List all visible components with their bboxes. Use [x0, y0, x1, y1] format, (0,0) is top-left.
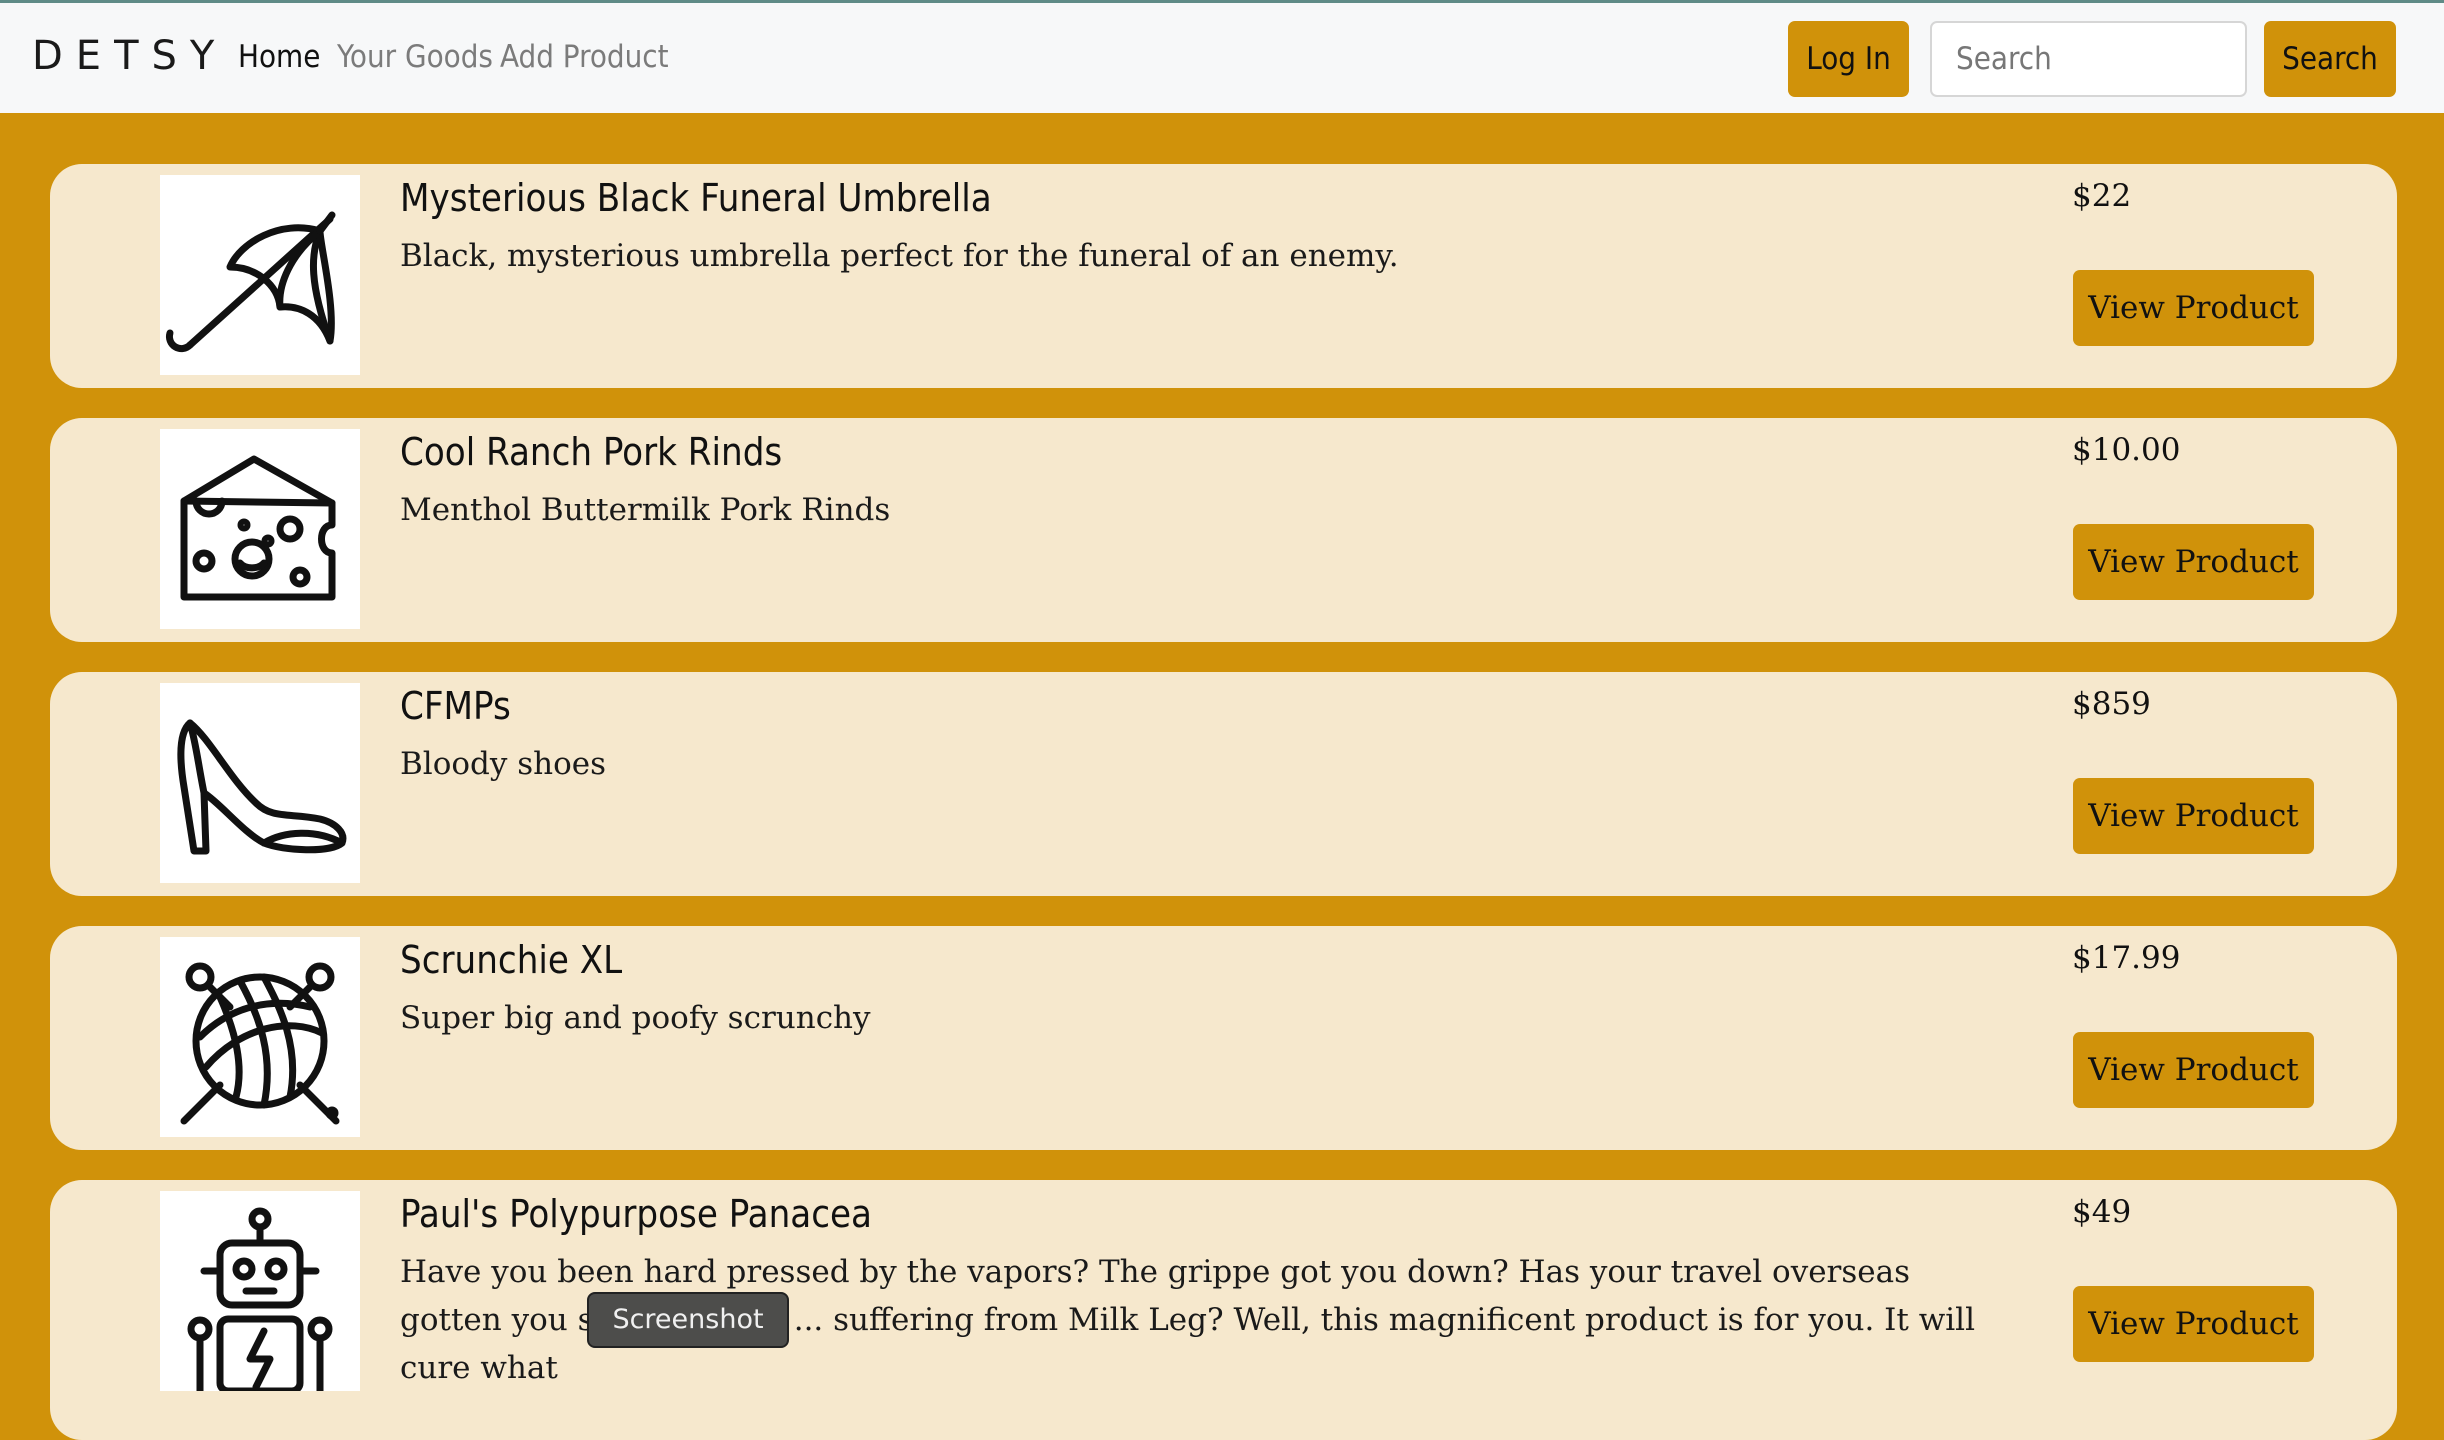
view-product-button[interactable]: View Product — [2073, 1286, 2314, 1362]
product-description: Bloody shoes — [400, 746, 607, 782]
product-title[interactable]: Cool Ranch Pork Rinds — [400, 430, 782, 474]
product-title[interactable]: Mysterious Black Funeral Umbrella — [400, 176, 992, 220]
product-price: $49 — [2072, 1194, 2132, 1230]
product-title[interactable]: Scrunchie XL — [400, 938, 622, 982]
product-card: Mysterious Black Funeral Umbrella Black,… — [50, 164, 2397, 388]
product-card: Scrunchie XL Super big and poofy scrunch… — [50, 926, 2397, 1150]
navbar: DETSY Home Your Goods Add Product Log In… — [0, 3, 2444, 113]
view-product-button[interactable]: View Product — [2073, 778, 2314, 854]
robot-icon — [187, 1207, 333, 1391]
brand-logo[interactable]: DETSY — [32, 33, 227, 79]
view-product-button[interactable]: View Product — [2073, 524, 2314, 600]
product-title[interactable]: CFMPs — [400, 684, 511, 728]
product-price: $10.00 — [2072, 432, 2181, 468]
product-price: $17.99 — [2072, 940, 2181, 976]
cheese-icon — [180, 455, 336, 601]
product-card: Cool Ranch Pork Rinds Menthol Buttermilk… — [50, 418, 2397, 642]
product-price: $859 — [2072, 686, 2151, 722]
product-image — [160, 937, 360, 1137]
search-input[interactable] — [1930, 21, 2247, 97]
high-heel-icon — [177, 719, 347, 855]
login-button[interactable]: Log In — [1788, 21, 1909, 97]
yarn-ball-icon — [180, 962, 340, 1125]
screenshot-tooltip: Screenshot — [587, 1292, 789, 1348]
view-product-button[interactable]: View Product — [2073, 1032, 2314, 1108]
product-image — [160, 175, 360, 375]
umbrella-icon — [165, 211, 336, 353]
nav-home[interactable]: Home — [238, 39, 320, 75]
product-description: Black, mysterious umbrella perfect for t… — [400, 238, 1399, 274]
product-image — [160, 683, 360, 883]
product-image — [160, 1191, 360, 1391]
nav-add-product[interactable]: Add Product — [500, 39, 669, 75]
product-description: Menthol Buttermilk Pork Rinds — [400, 492, 891, 528]
view-product-button[interactable]: View Product — [2073, 270, 2314, 346]
product-price: $22 — [2072, 178, 2132, 214]
search-button[interactable]: Search — [2264, 21, 2396, 97]
product-image — [160, 429, 360, 629]
product-card: CFMPs Bloody shoes $859 View Product — [50, 672, 2397, 896]
product-card: Paul's Polypurpose Panacea Have you been… — [50, 1180, 2397, 1440]
product-title[interactable]: Paul's Polypurpose Panacea — [400, 1192, 872, 1236]
product-description: Super big and poofy scrunchy — [400, 1000, 871, 1036]
nav-your-goods[interactable]: Your Goods — [337, 39, 493, 75]
